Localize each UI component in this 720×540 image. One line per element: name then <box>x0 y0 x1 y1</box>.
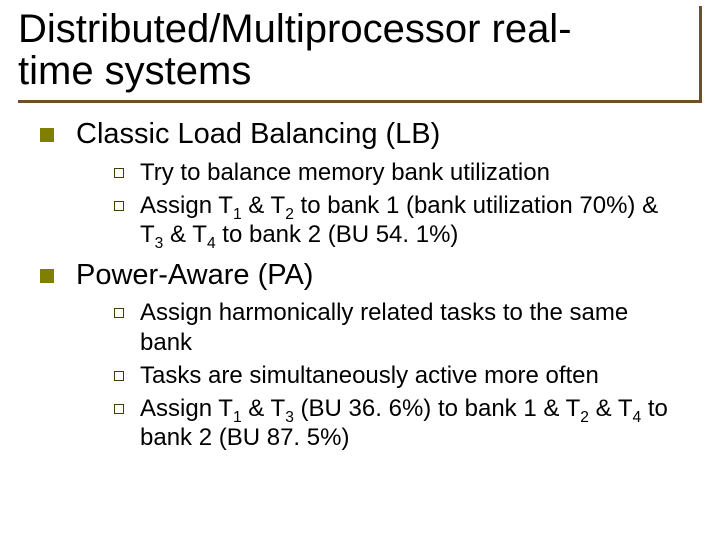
bullet-pa-1: Assign harmonically related tasks to the… <box>114 298 684 357</box>
frag: (BU 36. 6%) to bank 1 & T <box>294 395 580 422</box>
slide-title: Distributed/Multiprocessor real- time sy… <box>18 6 702 103</box>
frag: & T <box>242 395 286 422</box>
subscript: 2 <box>580 409 589 426</box>
bullet-text: Assign harmonically related tasks to the… <box>140 299 628 355</box>
slide: Distributed/Multiprocessor real- time sy… <box>0 0 720 540</box>
bullet-lb-1: Try to balance memory bank utilization <box>114 158 684 187</box>
section-heading: Classic Load Balancing (LB) <box>76 118 440 150</box>
frag: to bank 2 (BU 54. 1%) <box>216 221 459 248</box>
bullet-text: Try to balance memory bank utilization <box>140 159 550 186</box>
bullet-pa-3: Assign T1 & T3 (BU 36. 6%) to bank 1 & T… <box>114 394 684 453</box>
title-line-2: time systems <box>18 49 251 93</box>
subscript: 4 <box>633 409 642 426</box>
subscript: 4 <box>207 235 216 252</box>
bullet-lb-2: Assign T1 & T2 to bank 1 (bank utilizati… <box>114 191 684 250</box>
bullet-text: Tasks are simultaneously active more oft… <box>140 362 599 389</box>
frag: & T <box>163 221 207 248</box>
section-power-aware: Power-Aware (PA) <box>40 258 702 293</box>
frag: & T <box>242 192 286 219</box>
section-heading: Power-Aware (PA) <box>76 259 313 291</box>
title-line-1: Distributed/Multiprocessor real- <box>18 7 572 51</box>
frag: Assign T <box>140 395 233 422</box>
frag: & T <box>589 395 633 422</box>
frag: Assign T <box>140 192 233 219</box>
bullet-pa-2: Tasks are simultaneously active more oft… <box>114 361 684 390</box>
section-classic-lb: Classic Load Balancing (LB) <box>40 117 702 152</box>
